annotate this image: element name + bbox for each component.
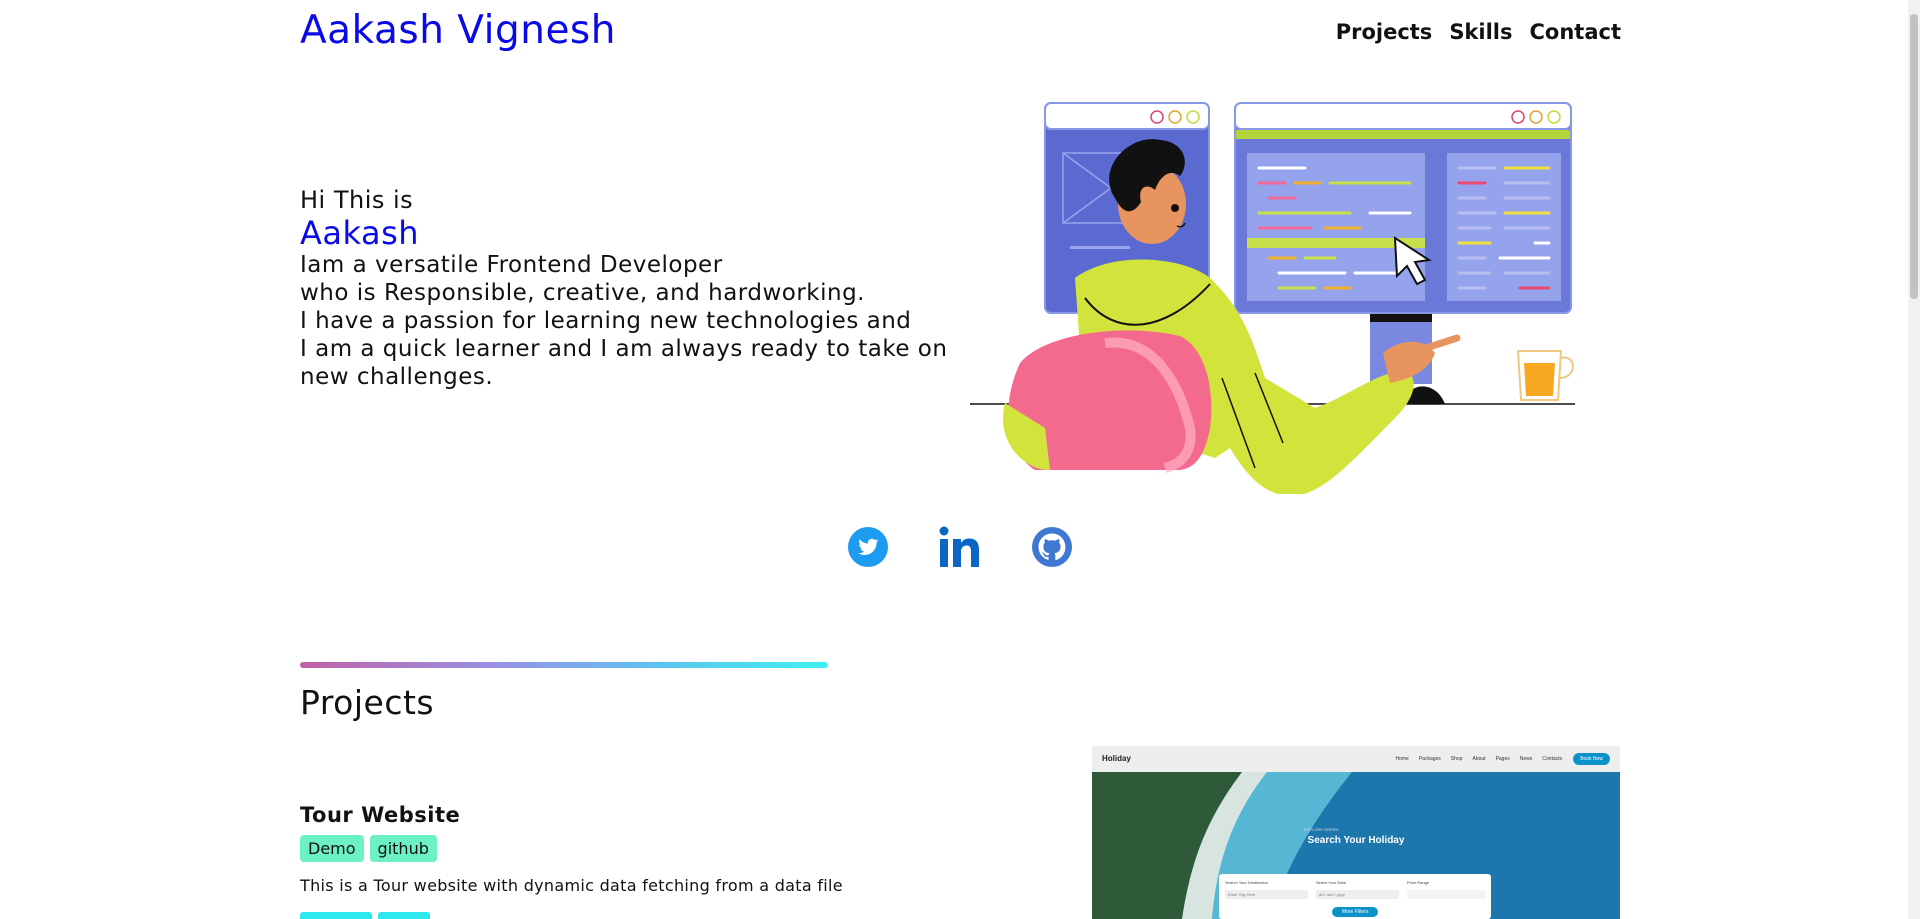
- project-tech-tags: [300, 912, 430, 919]
- twitter-icon[interactable]: [847, 526, 889, 568]
- preview-book-button: Book Now: [1573, 753, 1610, 765]
- portfolio-page: Aakash Vignesh Projects Skills Contact H…: [0, 0, 1920, 919]
- preview-nav-item: Packages: [1418, 756, 1441, 762]
- hero-line: I am a quick learner and I am always rea…: [300, 336, 948, 362]
- main-nav: Projects Skills Contact: [1336, 20, 1621, 44]
- tech-tag: [300, 912, 372, 919]
- preview-eyebrow: EXPLORE GREEN: [1304, 827, 1339, 832]
- preview-navbar: Holiday Home Packages Shop About Pages N…: [1092, 746, 1620, 772]
- hero-name: Aakash: [300, 214, 420, 252]
- hero-greeting: Hi This is: [300, 186, 414, 214]
- preview-nav-item: News: [1519, 756, 1533, 762]
- preview-nav-item: Pages: [1495, 756, 1510, 762]
- preview-field-label: Select Your Date: [1316, 880, 1346, 885]
- preview-nav-item: Contacts: [1542, 756, 1562, 762]
- social-links: [847, 526, 1073, 568]
- hero-line: who is Responsible, creative, and hardwo…: [300, 280, 865, 306]
- demo-link[interactable]: Demo: [300, 835, 364, 862]
- tech-tag: [378, 912, 430, 919]
- hero-description: Iam a versatile Frontend Developer who i…: [300, 251, 960, 391]
- page-scrollbar[interactable]: [1908, 0, 1920, 919]
- linkedin-icon[interactable]: [939, 526, 981, 568]
- nav-link-contact[interactable]: Contact: [1530, 20, 1622, 44]
- project-links: Demo github: [300, 835, 437, 862]
- preview-price-slider: [1407, 890, 1486, 899]
- hero-intro: Hi This is Aakash Iam a versatile Fronte…: [300, 186, 960, 391]
- preview-field: dd / mm / yyyy: [1316, 890, 1399, 899]
- preview-nav-item: Shop: [1450, 756, 1463, 762]
- scrollbar-thumb[interactable]: [1910, 14, 1918, 299]
- preview-nav-links: Home Packages Shop About Pages News Cont…: [1395, 756, 1562, 762]
- preview-nav-item: Home: [1395, 756, 1409, 762]
- developer-illustration: [970, 102, 1575, 494]
- preview-nav-item: About: [1472, 756, 1486, 762]
- nav-link-projects[interactable]: Projects: [1336, 20, 1433, 44]
- project-preview-image: Holiday Home Packages Shop About Pages N…: [1092, 746, 1620, 919]
- project-description: This is a Tour website with dynamic data…: [300, 876, 843, 895]
- github-link[interactable]: github: [369, 835, 437, 862]
- preview-heading: Search Your Holiday: [1307, 835, 1405, 846]
- site-brand[interactable]: Aakash Vignesh: [300, 8, 616, 53]
- nav-link-skills[interactable]: Skills: [1449, 20, 1512, 44]
- preview-field: Enter City Here: [1225, 890, 1308, 899]
- preview-field-label: Search Your Destination: [1225, 880, 1268, 885]
- github-icon[interactable]: [1031, 526, 1073, 568]
- section-divider: [300, 662, 828, 668]
- hero-line: new challenges.: [300, 364, 494, 390]
- projects-heading: Projects: [300, 683, 435, 722]
- hero-line: Iam a versatile Frontend Developer: [300, 252, 723, 278]
- preview-logo: Holiday: [1102, 754, 1131, 763]
- preview-field-label: Price Range: [1407, 880, 1430, 885]
- project-title: Tour Website: [300, 803, 461, 827]
- preview-filter-button: More Filters: [1332, 907, 1379, 917]
- hero-line: I have a passion for learning new techno…: [300, 308, 912, 334]
